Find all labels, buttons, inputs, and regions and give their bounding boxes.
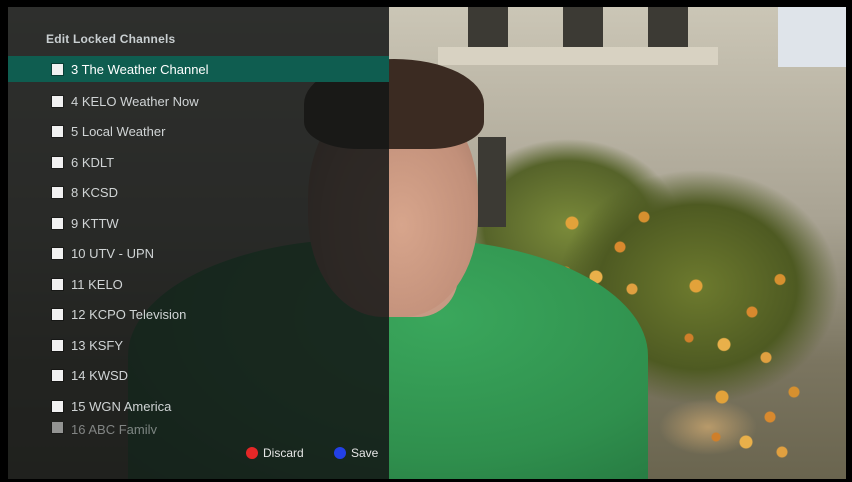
channel-label: 10 UTV - UPN — [71, 246, 155, 262]
checkbox[interactable] — [52, 156, 63, 168]
channel-label: 16 ABC Family — [71, 421, 157, 435]
checkbox[interactable] — [52, 126, 63, 138]
checkbox[interactable] — [52, 278, 63, 290]
channel-label: 12 KCPO Television — [71, 307, 187, 323]
channel-label: 6 KDLT — [71, 154, 115, 170]
checkbox[interactable] — [52, 187, 63, 199]
channel-row[interactable]: 16 ABC Family — [8, 421, 389, 435]
checkbox[interactable] — [52, 400, 63, 412]
channel-label: 15 WGN America — [71, 398, 172, 414]
channel-label: 9 KTTW — [71, 215, 119, 231]
locked-channels-panel: Edit Locked Channels 3 The Weather Chann… — [8, 7, 389, 479]
blue-button-icon — [334, 447, 346, 459]
channel-label: 4 KELO Weather Now — [71, 93, 199, 109]
awning — [438, 47, 718, 65]
channel-row[interactable]: 14 KWSD — [8, 361, 389, 392]
channel-row[interactable]: 12 KCPO Television — [8, 300, 389, 331]
building-window — [478, 137, 506, 227]
channel-list: 3 The Weather Channel 4 KELO Weather Now… — [8, 56, 389, 434]
checkbox[interactable] — [52, 421, 63, 433]
channel-row[interactable]: 6 KDLT — [8, 147, 389, 178]
checkbox[interactable] — [52, 217, 63, 229]
checkbox[interactable] — [52, 63, 63, 75]
checkbox[interactable] — [52, 339, 63, 351]
channel-label: 5 Local Weather — [71, 124, 166, 140]
channel-row[interactable]: 10 UTV - UPN — [8, 239, 389, 270]
action-bar: Discard Save — [8, 440, 389, 470]
channel-label: 3 The Weather Channel — [71, 61, 209, 77]
flower-bush — [668, 247, 808, 377]
flower-bush — [698, 367, 818, 467]
channel-row[interactable]: 11 KELO — [8, 269, 389, 300]
discard-label: Discard — [263, 446, 304, 460]
channel-row[interactable]: 4 KELO Weather Now — [8, 86, 389, 117]
panel-title: Edit Locked Channels — [46, 32, 176, 46]
channel-row[interactable]: 5 Local Weather — [8, 117, 389, 148]
channel-row[interactable]: 15 WGN America — [8, 391, 389, 422]
building-window — [563, 7, 603, 47]
tv-screen: Edit Locked Channels 3 The Weather Chann… — [8, 7, 846, 479]
building-window — [468, 7, 508, 47]
red-button-icon — [246, 447, 258, 459]
save-label: Save — [351, 446, 379, 460]
channel-label: 11 KELO — [71, 276, 123, 292]
save-button[interactable]: Save — [334, 446, 378, 460]
channel-row[interactable]: 9 KTTW — [8, 208, 389, 239]
channel-row[interactable]: 8 KCSD — [8, 178, 389, 209]
channel-row[interactable]: 3 The Weather Channel — [8, 56, 389, 82]
sky — [778, 7, 846, 67]
channel-label: 8 KCSD — [71, 185, 118, 201]
checkbox[interactable] — [52, 248, 63, 260]
building-window — [648, 7, 688, 47]
checkbox[interactable] — [52, 95, 63, 107]
checkbox[interactable] — [52, 370, 63, 382]
discard-button[interactable]: Discard — [246, 446, 304, 460]
channel-row[interactable]: 13 KSFY — [8, 330, 389, 361]
checkbox[interactable] — [52, 309, 63, 321]
channel-label: 13 KSFY — [71, 337, 124, 353]
channel-label: 14 KWSD — [71, 368, 129, 384]
